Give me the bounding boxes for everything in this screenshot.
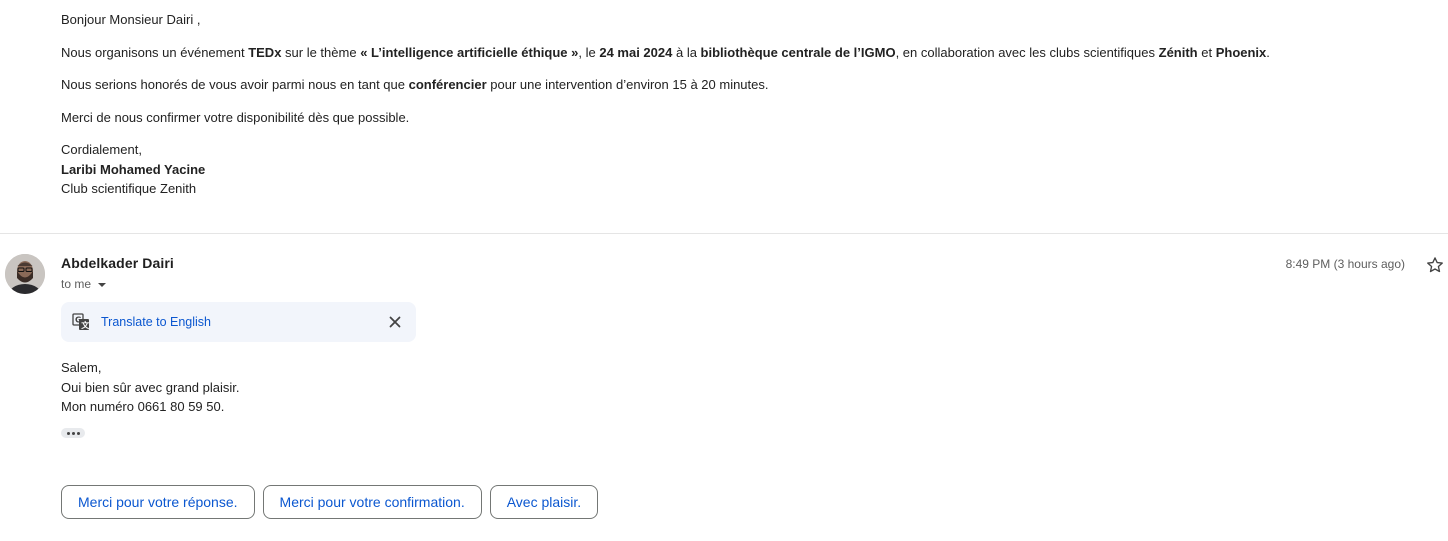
signature-org: Club scientifique Zenith [61, 181, 197, 196]
message-divider [0, 233, 1448, 234]
translate-link[interactable]: Translate to English [101, 315, 211, 329]
sender-name: Abdelkader Dairi [61, 255, 174, 271]
paragraph-confirm: Merci de nous confirmer votre disponibil… [61, 110, 410, 125]
recipient-label: to me [61, 277, 92, 291]
greeting-line: Bonjour Monsieur Dairi , [61, 12, 201, 27]
paragraph-invitation: Nous serions honorés de vous avoir parmi… [61, 77, 769, 92]
paragraph-event: Nous organisons un événement TEDx sur le… [61, 45, 1270, 60]
smart-replies: Merci pour votre réponse. Merci pour vot… [61, 485, 599, 519]
reply-line: Salem, [61, 360, 102, 375]
chevron-down-icon [98, 282, 107, 287]
close-icon[interactable] [387, 314, 403, 330]
closing-line: Cordialement, [61, 142, 142, 157]
reply-line: Mon numéro 0661 80 59 50. [61, 399, 225, 414]
reply-body: Salem, Oui bien sûr avec grand plaisir. … [61, 358, 239, 417]
more-horizontal-icon[interactable] [61, 428, 85, 438]
reply-line: Oui bien sûr avec grand plaisir. [61, 379, 240, 395]
smart-reply-button[interactable]: Merci pour votre confirmation. [262, 485, 482, 519]
star-icon[interactable] [1425, 255, 1445, 275]
translate-icon: G 文 [72, 313, 90, 331]
avatar[interactable] [5, 254, 45, 294]
smart-reply-button[interactable]: Merci pour votre réponse. [61, 485, 255, 519]
message-timestamp: 8:49 PM (3 hours ago) [1285, 257, 1405, 271]
smart-reply-button[interactable]: Avec plaisir. [489, 485, 599, 519]
recipient-details-toggle[interactable]: to me [61, 277, 107, 291]
svg-text:文: 文 [81, 320, 90, 330]
signature-name: Laribi Mohamed Yacine [61, 162, 206, 177]
translate-bar: G 文 Translate to English [61, 302, 416, 342]
